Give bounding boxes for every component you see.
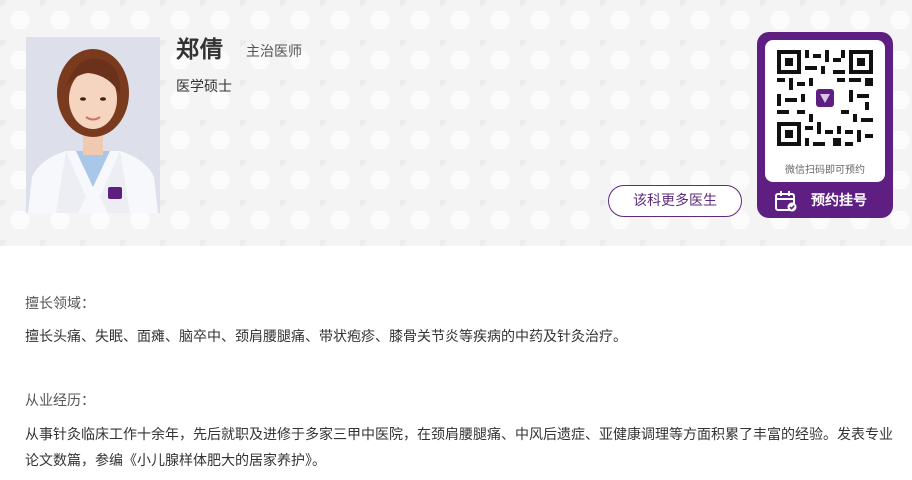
doctor-title: 主治医师 [246,44,302,60]
qr-panel: 微信扫码即可预约 [765,40,885,182]
calendar-icon [775,191,797,212]
book-appointment-button[interactable]: 预约挂号 [757,188,893,214]
experience-label: 从业经历： [25,393,95,409]
book-appointment-label: 预约挂号 [811,193,867,209]
qr-caption: 微信扫码即可预约 [785,165,865,176]
doctor-photo [26,37,160,213]
experience-text: 从事针灸临床工作十余年，先后就职及进修于多家三甲中医院，在颈肩腰腿痛、中风后遗症… [25,427,893,469]
specialty-label: 擅长领域： [25,296,95,312]
qr-code [777,50,873,146]
specialty-text: 擅长头痛、失眠、面瘫、脑卒中、颈肩腰腿痛、带状疱疹、膝骨关节炎等疾病的中药及针灸… [25,329,627,345]
booking-card: 微信扫码即可预约 预约挂号 [757,32,893,218]
doctor-header: 郑倩 主治医师 医学硕士 该科更多医生 微信扫码即可预约 预约挂号 [0,0,912,246]
more-doctors-button[interactable]: 该科更多医生 [608,185,742,217]
doctor-name: 郑倩 [176,37,224,63]
doctor-degree: 医学硕士 [176,79,232,95]
